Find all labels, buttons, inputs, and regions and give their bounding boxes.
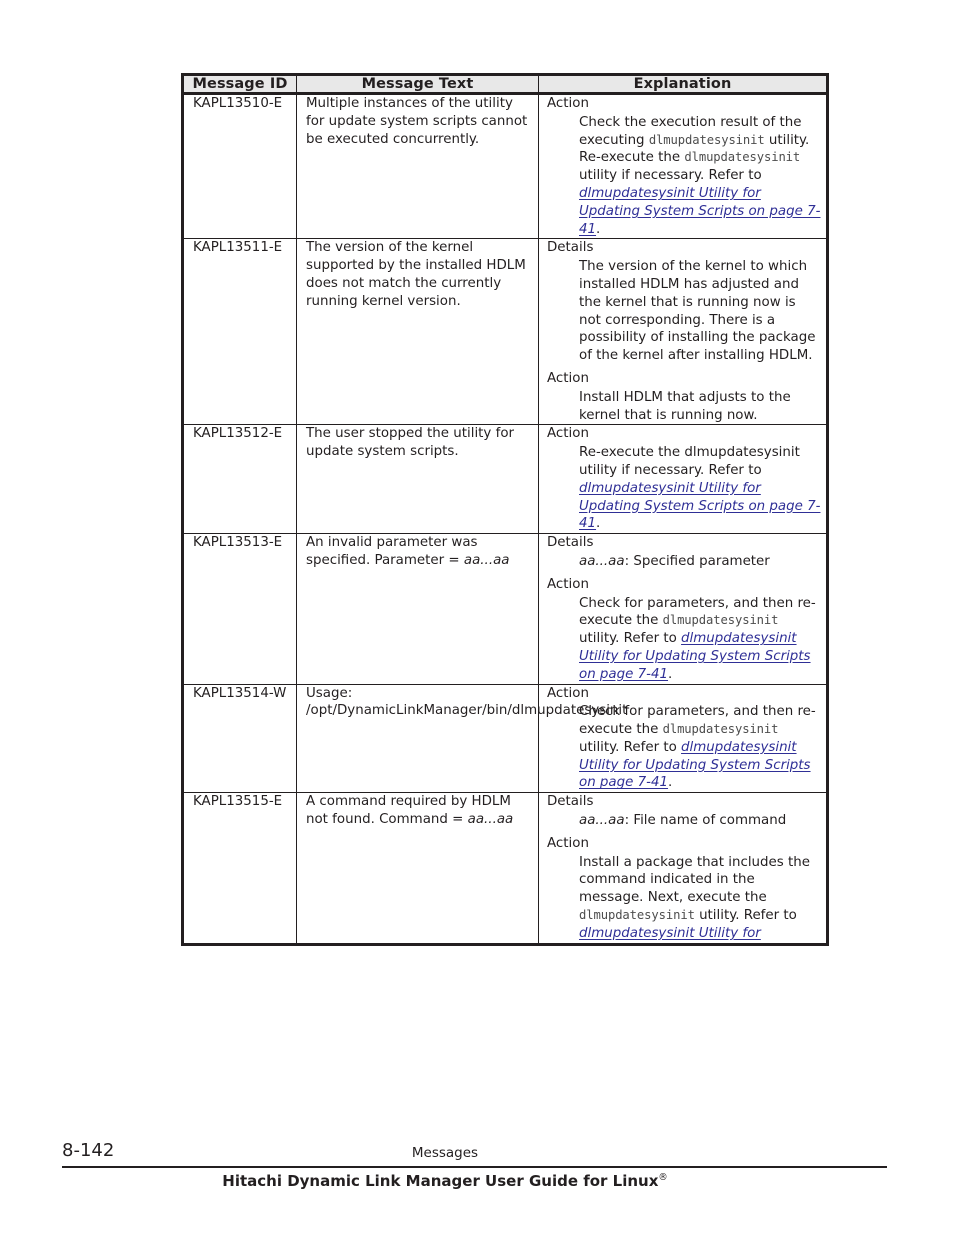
text-span: . bbox=[668, 775, 673, 791]
table-row: KAPL13511-E The version of the kernel sup… bbox=[182, 238, 828, 425]
table-header: Message ID Message Text Explanation bbox=[182, 74, 828, 95]
cell-explanation: Action Re-execute the dlmupdatesysinit ut… bbox=[538, 424, 828, 534]
explanation-body: Install a package that includes the comm… bbox=[547, 854, 821, 943]
explanation-body: Check the execution result of the execut… bbox=[547, 114, 821, 239]
footer-divider bbox=[62, 1166, 887, 1168]
cell-message-id: KAPL13512-E bbox=[182, 424, 297, 534]
text-span: . bbox=[596, 516, 601, 532]
explanation-heading: Action bbox=[547, 426, 589, 442]
cell-explanation: Action Check the execution result of the … bbox=[538, 93, 828, 239]
explanation-body: The version of the kernel to which insta… bbox=[547, 258, 821, 365]
table-row: KAPL13510-E Multiple instances of the uti… bbox=[182, 93, 828, 239]
cell-explanation: Details aa...aa: Specified parameter Actio… bbox=[538, 533, 828, 684]
table-row: KAPL13513-E An invalid parameter was spec… bbox=[182, 533, 828, 684]
cell-explanation: Details aa...aa: File name of command Acti… bbox=[538, 792, 828, 945]
cell-message-text: A command required by HDLM not found. Co… bbox=[296, 792, 539, 945]
column-header-message-id: Message ID bbox=[182, 74, 297, 95]
cross-reference-link[interactable]: dlmupdatesysinit Utility for bbox=[579, 926, 761, 941]
text-span: . bbox=[668, 666, 673, 682]
code-span: dlmupdatesysinit bbox=[662, 722, 779, 737]
cell-message-text: Usage: /opt/DynamicLinkManager/bin/dlmup… bbox=[296, 683, 627, 793]
cell-message-text: The user stopped the utility for update … bbox=[296, 424, 539, 534]
text-span: utility. Refer to bbox=[579, 631, 682, 647]
code-span: dlmupdatesysinit bbox=[579, 908, 695, 923]
messages-table: Message ID Message Text Explanation KAPL… bbox=[181, 73, 829, 946]
text-span: The version of the kernel to which insta… bbox=[579, 259, 816, 364]
variable-span: aa...aa bbox=[579, 813, 625, 829]
footer-top-line: 8-142 Messages bbox=[0, 1140, 954, 1168]
cross-reference-link[interactable]: dlmupdatesysinit Utility for Updating Sy… bbox=[579, 186, 820, 237]
variable-span: aa...aa bbox=[579, 553, 625, 569]
explanation-heading: Details bbox=[547, 535, 594, 551]
explanation-body: aa...aa: Specified parameter bbox=[547, 553, 821, 571]
page-footer: 8-142 Messages bbox=[0, 1140, 954, 1168]
explanation-body: Check for parameters, and then re-execut… bbox=[547, 703, 821, 792]
text-span: utility if necessary. Refer to bbox=[579, 168, 762, 184]
column-header-explanation: Explanation bbox=[538, 74, 828, 95]
explanation-heading: Details bbox=[547, 794, 594, 810]
table-row: KAPL13514-W Usage: /opt/DynamicLinkManage… bbox=[182, 683, 828, 793]
cell-explanation: Action Check for parameters, and then re-… bbox=[538, 683, 828, 793]
cell-message-id: KAPL13511-E bbox=[182, 238, 297, 425]
explanation-heading: Action bbox=[547, 370, 589, 386]
explanation-body: aa...aa: File name of command bbox=[547, 812, 821, 830]
cell-message-id: KAPL13513-E bbox=[182, 533, 297, 684]
cell-message-text: The version of the kernel supported by t… bbox=[296, 238, 539, 425]
explanation-heading: Action bbox=[547, 96, 589, 111]
cell-message-text: An invalid parameter was specified. Para… bbox=[296, 533, 539, 684]
table-header-row: Message ID Message Text Explanation bbox=[182, 74, 828, 95]
table-row: KAPL13515-E A command required by HDLM no… bbox=[182, 792, 828, 945]
variable-span: aa...aa bbox=[463, 552, 510, 568]
text-span: : Specified parameter bbox=[624, 553, 770, 569]
document-page: Message ID Message Text Explanation KAPL… bbox=[0, 0, 954, 1235]
explanation-body: Install HDLM that adjusts to the kernel … bbox=[547, 389, 821, 425]
explanation-heading: Action bbox=[547, 576, 589, 592]
book-title: Hitachi Dynamic Link Manager User Guide … bbox=[0, 1172, 922, 1190]
text-span: Re-execute the dlmupdatesysinit utility … bbox=[579, 445, 800, 478]
explanation-heading: Action bbox=[547, 685, 589, 701]
text-span: An invalid parameter was specified. Para… bbox=[306, 535, 478, 568]
table-row: KAPL13512-E The user stopped the utility … bbox=[182, 424, 828, 534]
variable-span: aa...aa bbox=[467, 812, 514, 828]
cell-message-id: KAPL13515-E bbox=[182, 792, 297, 945]
code-span: dlmupdatesysinit bbox=[648, 132, 765, 147]
cell-message-id: KAPL13510-E bbox=[182, 93, 297, 239]
text-span: Install HDLM that adjusts to the kernel … bbox=[579, 389, 791, 423]
text-span: . bbox=[596, 221, 601, 237]
cell-message-text: Multiple instances of the utility for up… bbox=[296, 93, 539, 239]
explanation-body: Check for parameters, and then re-execut… bbox=[547, 595, 821, 684]
book-title-text: Hitachi Dynamic Link Manager User Guide … bbox=[222, 1172, 659, 1190]
text-span: utility. Refer to bbox=[579, 739, 682, 755]
explanation-body: Re-execute the dlmupdatesysinit utility … bbox=[547, 444, 821, 533]
registered-trademark-icon: ® bbox=[658, 1172, 668, 1183]
text-span: Install a package that includes the comm… bbox=[579, 854, 810, 906]
cell-explanation: Details The version of the kernel to whic… bbox=[538, 238, 828, 425]
text-span: utility. Refer to bbox=[694, 908, 797, 924]
text-span: : File name of command bbox=[624, 813, 787, 829]
column-header-message-text: Message Text bbox=[296, 74, 539, 95]
code-span: dlmupdatesysinit bbox=[684, 150, 801, 165]
table-body: KAPL13510-E Multiple instances of the uti… bbox=[182, 93, 828, 945]
running-head: Messages bbox=[411, 1145, 479, 1161]
explanation-heading: Action bbox=[547, 835, 589, 851]
code-span: dlmupdatesysinit bbox=[662, 613, 779, 628]
explanation-heading: Details bbox=[547, 240, 594, 256]
cell-message-id: KAPL13514-W bbox=[182, 683, 297, 793]
cross-reference-link[interactable]: dlmupdatesysinit Utility for Updating Sy… bbox=[579, 481, 820, 532]
